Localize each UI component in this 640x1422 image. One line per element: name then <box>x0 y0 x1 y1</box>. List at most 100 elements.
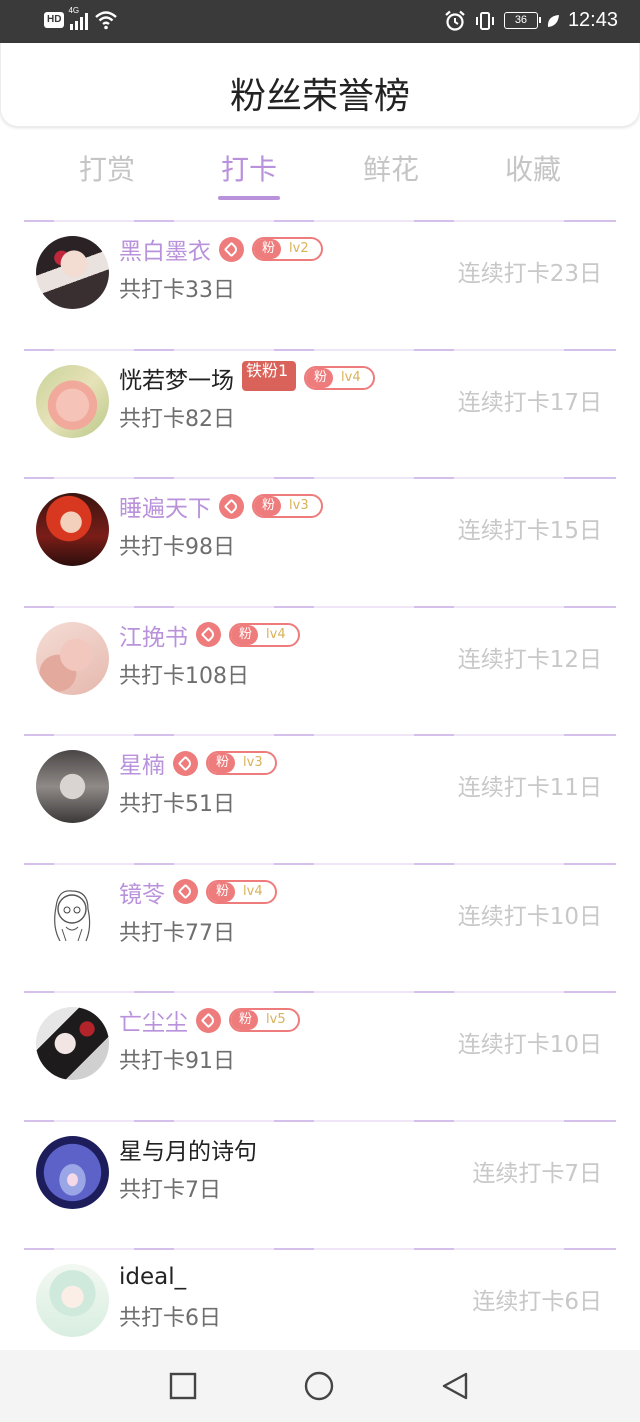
heart-badge-icon <box>219 236 244 262</box>
name-line: 星与月的诗句 <box>119 1132 257 1166</box>
divider <box>24 348 616 351</box>
fan-level: lv2 <box>289 241 309 256</box>
fan-label: 粉 <box>231 624 259 645</box>
divider <box>24 477 616 479</box>
streak-checkins: 连续打卡10日 <box>457 1032 602 1058</box>
alarm-icon <box>445 10 465 31</box>
divider <box>24 991 616 993</box>
list-item[interactable]: 睡遍天下 粉 lv3 共打卡98日 连续打卡15日 <box>0 477 640 606</box>
list-item[interactable]: 亡尘尘 粉 lv5 共打卡91日 连续打卡10日 <box>0 991 640 1120</box>
wifi-icon <box>95 11 118 30</box>
battery-icon: 36 <box>503 12 541 29</box>
username[interactable]: 江挽书 <box>119 618 188 652</box>
username[interactable]: 恍若梦一场 <box>119 361 234 395</box>
heart-badge-icon <box>196 622 221 647</box>
avatar[interactable] <box>36 878 109 952</box>
divider <box>24 1119 616 1122</box>
avatar[interactable] <box>36 1135 109 1209</box>
heart-badge-icon <box>219 493 244 519</box>
username[interactable]: 星与月的诗句 <box>119 1132 257 1166</box>
total-checkins: 共打卡91日 <box>119 1049 235 1074</box>
fan-label: 粉 <box>254 496 282 516</box>
home-icon[interactable] <box>304 1371 334 1401</box>
list-item[interactable]: 星与月的诗句 共打卡7日 连续打卡7日 <box>0 1119 640 1249</box>
total-checkins: 共打卡51日 <box>119 792 235 817</box>
avatar[interactable] <box>36 1007 109 1080</box>
tab-checkin[interactable]: 打卡 <box>178 140 320 206</box>
name-line: 星楠 粉 lv3 <box>119 746 277 780</box>
fan-level: lv4 <box>243 883 263 899</box>
clock: 12:43 <box>567 9 618 31</box>
streak-checkins: 连续打卡7日 <box>472 1160 602 1187</box>
total-checkins: 共打卡7日 <box>119 1177 221 1203</box>
username[interactable]: 睡遍天下 <box>119 489 211 523</box>
fan-level-badge: 粉 lv4 <box>229 622 300 647</box>
fan-label: 粉 <box>254 239 282 259</box>
fan-level-badge: 粉 lv4 <box>206 879 277 904</box>
avatar[interactable] <box>36 621 109 695</box>
network-type-label: 4G <box>68 6 80 15</box>
divider <box>24 220 616 222</box>
username[interactable]: 亡尘尘 <box>119 1003 188 1037</box>
username[interactable]: 黑白墨衣 <box>119 232 211 266</box>
streak-checkins: 连续打卡11日 <box>457 775 602 801</box>
vibrate-icon <box>475 11 494 30</box>
streak-checkins: 连续打卡6日 <box>472 1289 602 1315</box>
list-item[interactable]: 星楠 粉 lv3 共打卡51日 连续打卡11日 <box>0 734 640 863</box>
fan-level-badge: 粉 lv2 <box>252 237 323 261</box>
username[interactable]: ideal_ <box>119 1264 186 1290</box>
tab-favorites[interactable]: 收藏 <box>462 140 604 206</box>
avatar[interactable] <box>36 1264 109 1337</box>
list-item[interactable]: 黑白墨衣 粉 lv2 共打卡33日 连续打卡23日 <box>0 220 640 349</box>
avatar[interactable] <box>36 236 109 309</box>
streak-checkins: 连续打卡23日 <box>457 261 602 287</box>
fan-level-badge: 粉 lv3 <box>252 494 323 518</box>
streak-checkins: 连续打卡12日 <box>457 646 602 673</box>
fan-level-badge: 粉 lv4 <box>304 365 375 390</box>
fan-level: lv3 <box>289 498 309 513</box>
tab-flowers[interactable]: 鲜花 <box>320 140 462 206</box>
list-item[interactable]: 江挽书 粉 lv4 共打卡108日 连续打卡12日 <box>0 605 640 735</box>
streak-checkins: 连续打卡17日 <box>457 389 602 416</box>
page-title: 粉丝荣誉榜 <box>229 76 410 117</box>
4g-signal-icon: 4G <box>68 6 89 30</box>
total-checkins: 共打卡33日 <box>119 278 235 303</box>
sketch-girl-avatar-icon <box>54 889 91 941</box>
list-item[interactable]: 镜苓 粉 lv4 共打卡77日 连续打卡10日 <box>0 862 640 992</box>
avatar[interactable] <box>36 364 109 438</box>
name-line: 镜苓 粉 lv4 <box>119 875 277 909</box>
total-checkins: 共打卡77日 <box>119 920 235 946</box>
leaf-icon <box>547 14 559 27</box>
fan-label: 粉 <box>306 367 334 388</box>
status-left: HD 4G <box>44 6 118 30</box>
name-line: 黑白墨衣 粉 lv2 <box>119 232 323 266</box>
iron-fan-badge: 铁粉1 <box>242 360 296 391</box>
status-bar: HD 4G 36 12:43 <box>0 0 640 43</box>
hd-icon: HD <box>44 12 65 28</box>
username[interactable]: 镜苓 <box>119 875 165 909</box>
username[interactable]: 星楠 <box>119 746 165 780</box>
status-right: 36 12:43 <box>444 9 618 32</box>
recent-apps-icon[interactable] <box>168 1371 198 1401</box>
fan-level-badge: 粉 lv3 <box>206 751 277 775</box>
list-item[interactable]: 恍若梦一场 铁粉1 粉 lv4 共打卡82日 连续打卡17日 <box>0 348 640 478</box>
fan-level: lv4 <box>341 369 361 385</box>
fan-label: 粉 <box>208 881 236 902</box>
streak-checkins: 连续打卡10日 <box>457 903 602 930</box>
avatar[interactable] <box>36 493 109 566</box>
back-icon[interactable] <box>440 1371 470 1401</box>
heart-badge-icon <box>173 750 198 776</box>
divider <box>24 862 616 865</box>
fan-level: lv5 <box>266 1012 286 1027</box>
total-checkins: 共打卡82日 <box>119 406 235 432</box>
heart-badge-icon <box>196 1007 221 1033</box>
total-checkins: 共打卡108日 <box>119 663 249 689</box>
divider <box>24 605 616 608</box>
fan-level-badge: 粉 lv5 <box>229 1008 300 1032</box>
fan-level: lv4 <box>266 626 286 642</box>
avatar[interactable] <box>36 750 109 823</box>
name-line: 睡遍天下 粉 lv3 <box>119 489 323 523</box>
tab-tips[interactable]: 打赏 <box>36 140 178 206</box>
name-line: 恍若梦一场 铁粉1 粉 lv4 <box>119 360 375 395</box>
fan-level: lv3 <box>243 755 263 770</box>
